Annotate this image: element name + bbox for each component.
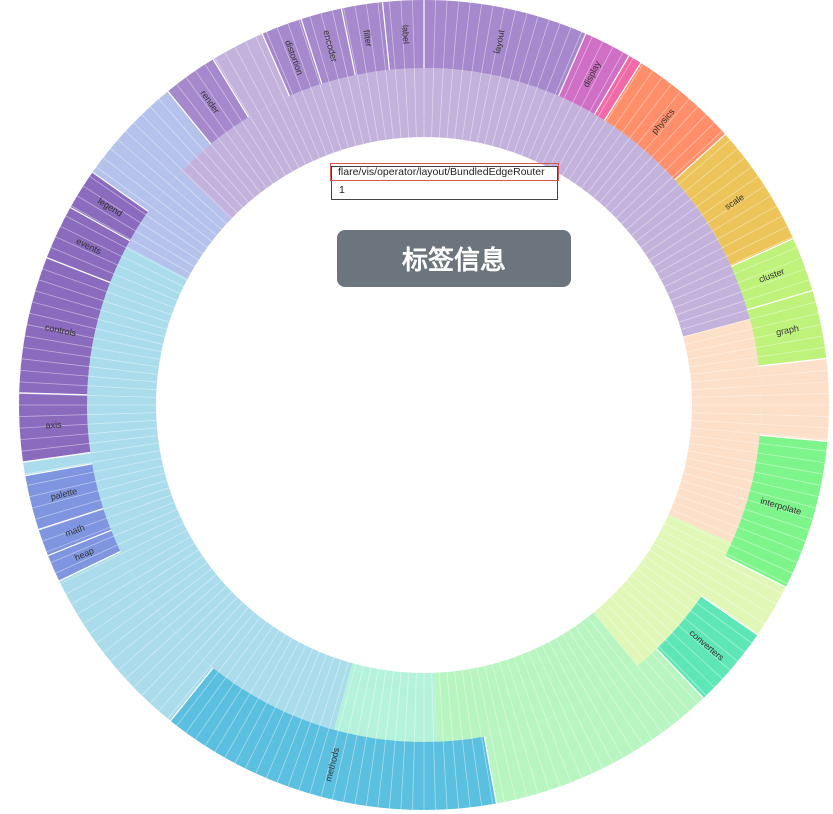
tooltip: flare/vis/operator/layout/BundledEdgeRou… — [330, 163, 559, 200]
tooltip-value: 1 — [339, 184, 345, 196]
label-banner-text: 标签信息 — [401, 246, 506, 276]
label-banner: 标签信息 — [337, 230, 571, 287]
segment-label: label — [400, 25, 411, 45]
tooltip-path: flare/vis/operator/layout/BundledEdgeRou… — [330, 163, 559, 181]
sunburst-chart: layoutdisplayphysicsscaleclustergraphint… — [19, 0, 829, 810]
chart-center — [157, 138, 691, 672]
segment-label: axis — [45, 420, 62, 431]
